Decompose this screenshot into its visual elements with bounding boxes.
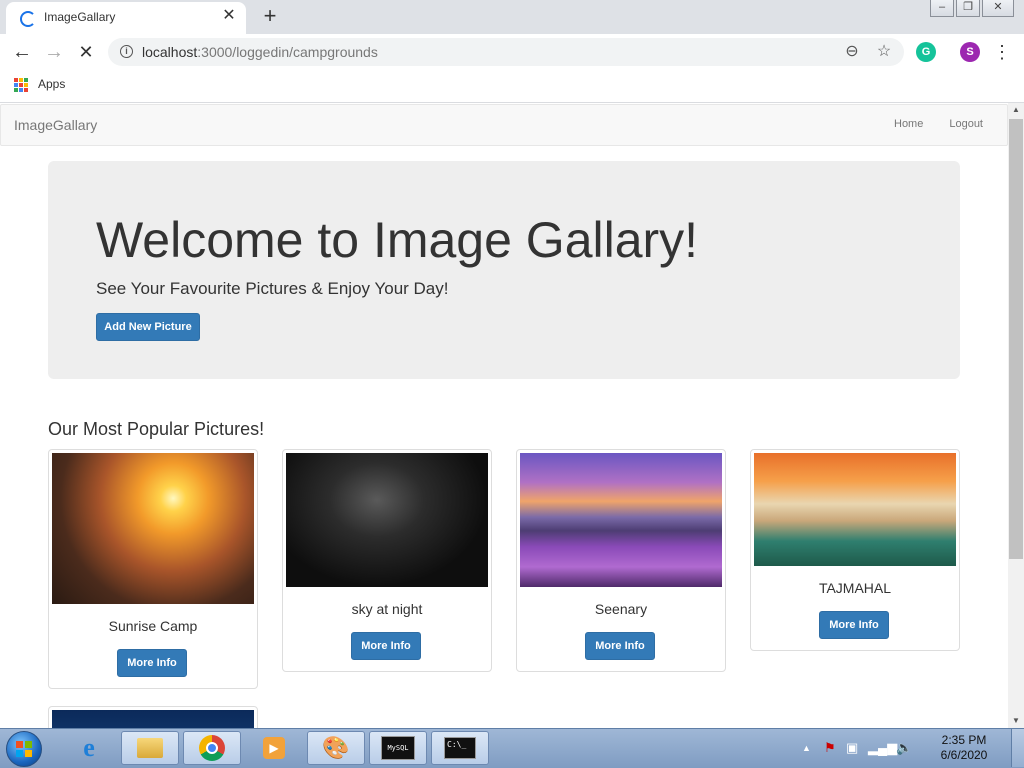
mysql-icon[interactable]: MySQL <box>369 731 427 765</box>
file-explorer-icon[interactable] <box>121 731 179 765</box>
picture-card-partial <box>48 706 258 728</box>
grammarly-extension-icon[interactable]: G <box>916 42 936 62</box>
navbar-brand[interactable]: ImageGallary <box>14 117 97 133</box>
nav-logout-link[interactable]: Logout <box>949 118 983 130</box>
apps-grid-icon[interactable] <box>14 78 28 92</box>
menu-dots-icon[interactable]: ⋮ <box>990 40 1014 64</box>
navbar-links: Home Logout <box>868 118 983 130</box>
more-info-button[interactable]: More Info <box>117 649 187 677</box>
card-caption: Seenary <box>594 601 648 617</box>
clock[interactable]: 2:35 PM 6/6/2020 <box>934 733 994 763</box>
add-new-picture-button[interactable]: Add New Picture <box>96 313 200 341</box>
clock-date: 6/6/2020 <box>940 748 988 762</box>
picture-card-tajmahal: TAJMAHAL More Info <box>750 449 960 651</box>
picture-card-sunrise-camp: Sunrise Camp More Info <box>48 449 258 689</box>
new-tab-button[interactable]: + <box>258 4 282 28</box>
clock-time: 2:35 PM <box>941 733 987 747</box>
device-icon[interactable]: ▣ <box>846 740 858 756</box>
stop-loading-icon[interactable]: ✕ <box>74 40 98 64</box>
browser-toolbar: ← → ✕ i localhost:3000/loggedin/campgrou… <box>0 34 1024 70</box>
more-info-button[interactable]: More Info <box>819 611 889 639</box>
site-navbar: ImageGallary Home Logout <box>0 104 1008 146</box>
scenery-photo[interactable] <box>520 453 722 587</box>
scroll-up-arrow-icon[interactable]: ▲ <box>1008 103 1024 117</box>
loading-spinner-icon <box>20 11 36 27</box>
jumbotron: Welcome to Image Gallary! See Your Favou… <box>48 161 960 379</box>
show-hidden-icons-icon[interactable]: ▲ <box>802 743 811 753</box>
internet-explorer-icon[interactable]: e <box>60 731 118 765</box>
tajmahal-photo[interactable] <box>754 453 956 566</box>
action-center-flag-icon[interactable]: ⚑ <box>824 740 836 756</box>
restore-button[interactable]: ❐ <box>956 0 980 17</box>
bookmarks-bar: Apps <box>0 70 1024 103</box>
back-arrow-icon[interactable]: ← <box>10 40 34 64</box>
forward-arrow-icon[interactable]: → <box>42 40 66 64</box>
network-signal-icon[interactable]: ▂▄▆ <box>868 740 897 756</box>
page-title: Welcome to Image Gallary! <box>96 212 699 268</box>
windows-taskbar: e ▶ 🎨 MySQL C:\_ ▲ ⚑ ▣ ▂▄▆ 🔈 2:35 PM 6/6… <box>0 728 1024 768</box>
zoom-icon[interactable]: ⊖ <box>842 42 862 62</box>
more-info-button[interactable]: More Info <box>585 632 655 660</box>
show-desktop-button[interactable] <box>1011 729 1024 767</box>
page-subtitle: See Your Favourite Pictures & Enjoy Your… <box>96 279 449 298</box>
cmd-icon[interactable]: C:\_ <box>431 731 489 765</box>
tab-title: ImageGallary <box>44 10 116 24</box>
scroll-down-arrow-icon[interactable]: ▼ <box>1008 714 1024 728</box>
tab-strip: ImageGallary ✕ + – ❐ ✕ <box>0 0 1024 34</box>
tab-close-icon[interactable]: ✕ <box>220 7 238 25</box>
night-sky-photo[interactable] <box>286 453 488 587</box>
card-caption: TAJMAHAL <box>818 580 892 596</box>
page-viewport: ImageGallary Home Logout Welcome to Imag… <box>0 103 1008 728</box>
address-bar[interactable]: i localhost:3000/loggedin/campgrounds ⊖ … <box>108 38 904 66</box>
nav-home-link[interactable]: Home <box>894 118 923 130</box>
picture-card-seenary: Seenary More Info <box>516 449 726 672</box>
url-text[interactable]: localhost:3000/loggedin/campgrounds <box>142 44 378 60</box>
start-button[interactable] <box>6 731 42 767</box>
page-scrollbar[interactable]: ▲ ▼ <box>1008 103 1024 728</box>
paint-icon[interactable]: 🎨 <box>307 731 365 765</box>
info-icon[interactable]: i <box>120 45 133 58</box>
system-tray: ▲ ⚑ ▣ ▂▄▆ 🔈 2:35 PM 6/6/2020 <box>802 729 1002 767</box>
card-caption: sky at night <box>351 601 423 617</box>
media-player-icon[interactable]: ▶ <box>245 731 303 765</box>
gallery-heading: Our Most Popular Pictures! <box>48 419 265 439</box>
picture-card-sky-at-night: sky at night More Info <box>282 449 492 672</box>
minimize-button[interactable]: – <box>930 0 954 17</box>
browser-tab-imagegallary[interactable]: ImageGallary ✕ <box>6 2 246 34</box>
sunrise-camp-photo[interactable] <box>52 453 254 604</box>
card-caption: Sunrise Camp <box>108 618 198 634</box>
star-icon[interactable]: ☆ <box>874 42 894 62</box>
scroll-thumb[interactable] <box>1009 119 1023 559</box>
apps-bookmark[interactable]: Apps <box>38 77 65 91</box>
more-info-button[interactable]: More Info <box>351 632 421 660</box>
window-controls: – ❐ ✕ <box>930 0 1014 18</box>
window-close-button[interactable]: ✕ <box>982 0 1014 17</box>
partial-photo[interactable] <box>52 710 254 728</box>
chrome-icon[interactable] <box>183 731 241 765</box>
profile-avatar[interactable]: S <box>960 42 980 62</box>
volume-icon[interactable]: 🔈 <box>896 740 912 756</box>
windows-logo-icon <box>16 741 32 757</box>
